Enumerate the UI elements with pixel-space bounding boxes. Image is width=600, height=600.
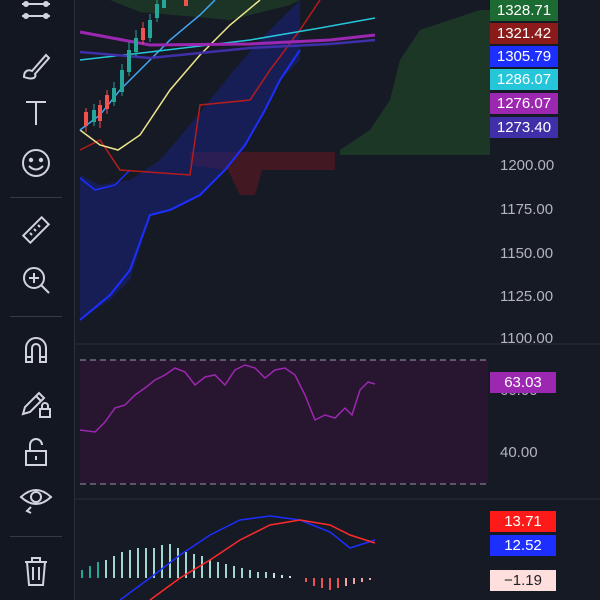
eye-tool[interactable] — [12, 478, 60, 518]
macd-value-label: 13.71 — [490, 511, 556, 532]
eye-icon — [19, 489, 53, 514]
signal-line — [149, 519, 376, 600]
price-label: 1305.79 — [490, 46, 558, 67]
price-axis-label: 1100.00 — [500, 330, 554, 347]
price-label: 1276.07 — [490, 93, 558, 114]
signal-value-label: 12.52 — [490, 535, 556, 556]
brush-icon — [22, 53, 51, 80]
ichimoku-cloud-green — [340, 10, 490, 155]
rsi-value-label: 63.03 — [490, 372, 556, 393]
histogram-value-label: −1.19 — [490, 570, 556, 591]
magnet-icon — [25, 337, 47, 363]
lock-drawing-icon — [21, 391, 51, 418]
price-axis-label: 1125.00 — [500, 288, 554, 305]
ruler-tool[interactable] — [12, 211, 60, 251]
magnet-tool[interactable] — [12, 330, 60, 370]
ruler-icon — [21, 215, 51, 245]
price-label: 1273.40 — [490, 117, 558, 138]
trash-tool[interactable] — [12, 551, 60, 591]
drawing-toolbar — [0, 0, 75, 600]
brush-tool[interactable] — [12, 45, 60, 85]
emoji-tool[interactable] — [12, 143, 60, 183]
price-label: 1328.71 — [490, 0, 558, 21]
price-label: 1321.42 — [490, 23, 558, 44]
zoom-in-tool[interactable] — [12, 260, 60, 300]
lock-drawing-tool[interactable] — [12, 382, 60, 422]
price-axis-label: 1175.00 — [500, 201, 554, 218]
rsi-axis-label: 40.00 — [500, 444, 538, 461]
unlock-tool[interactable] — [12, 432, 60, 472]
toolbar-divider — [10, 316, 62, 317]
emoji-icon — [22, 149, 50, 177]
toolbar-divider — [10, 536, 62, 537]
macd-histogram — [81, 544, 371, 590]
candles — [84, 0, 188, 132]
rsi-band — [80, 360, 488, 484]
trash-icon — [25, 557, 47, 586]
trend-lines-icon — [22, 1, 50, 19]
toolbar-divider — [10, 197, 62, 198]
price-axis-label: 1200.00 — [500, 157, 555, 174]
zoom-in-icon — [23, 267, 50, 294]
trend-lines-tool[interactable] — [12, 0, 60, 30]
text-icon — [26, 101, 46, 125]
text-tool[interactable] — [12, 93, 60, 133]
unlock-icon — [25, 438, 47, 466]
price-axis-label: 1150.00 — [500, 245, 554, 262]
price-label: 1286.07 — [490, 69, 558, 90]
